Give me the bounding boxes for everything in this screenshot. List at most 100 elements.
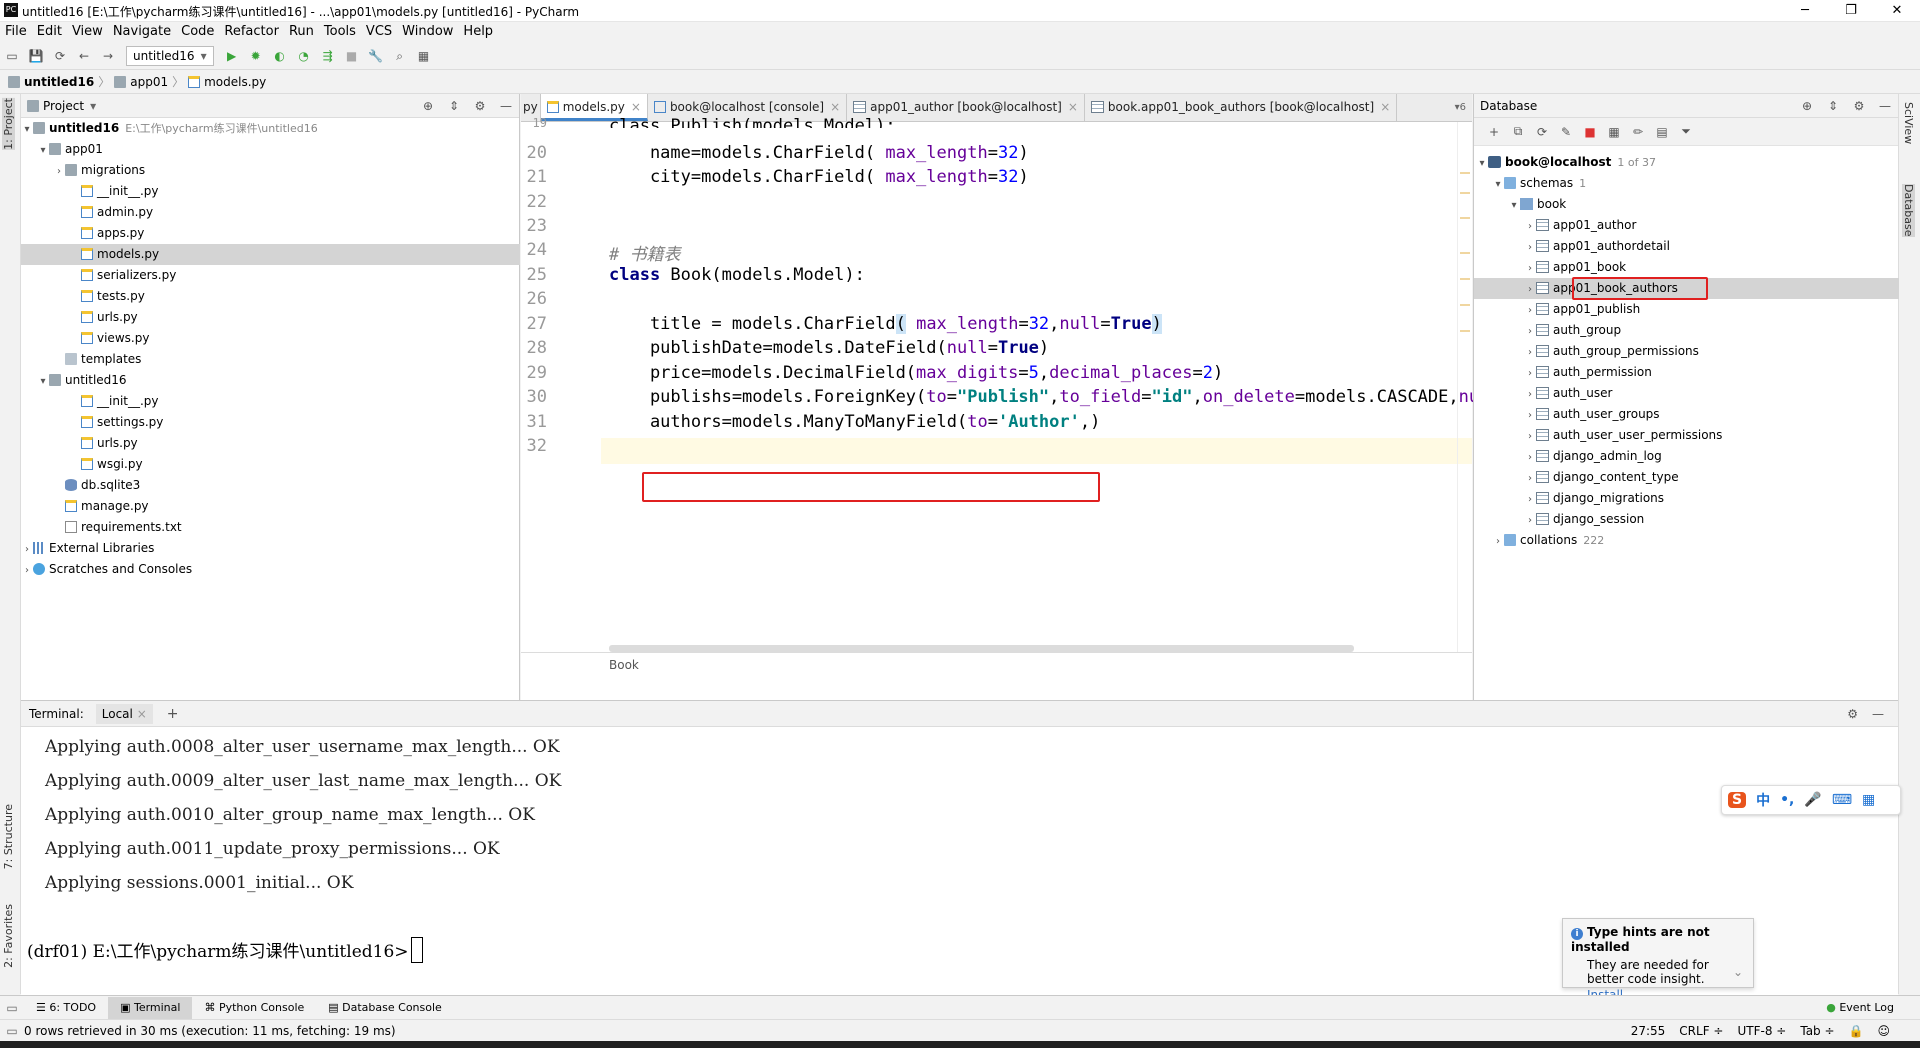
tool-window-toggle-icon[interactable]: ▭: [0, 1001, 24, 1015]
back-icon[interactable]: ←: [76, 48, 92, 64]
line-separator[interactable]: CRLF ÷: [1679, 1024, 1723, 1038]
code-line-30[interactable]: publishs=models.ForeignKey(to="Publish",…: [609, 387, 1489, 407]
chevron-right-icon[interactable]: ›: [1524, 321, 1536, 342]
toolbox-icon[interactable]: ▦: [1862, 792, 1875, 808]
gear-icon[interactable]: ⚙: [467, 99, 493, 113]
ime-punctuation[interactable]: •,: [1780, 792, 1794, 808]
todo-tool-button[interactable]: ☰ 6: TODO: [24, 997, 108, 1019]
db-table-node[interactable]: › app01_publish: [1524, 299, 1640, 320]
tree-item-wsgi-py[interactable]: wsgi.py: [81, 454, 143, 475]
chevron-down-icon[interactable]: ⌄: [1733, 965, 1743, 979]
tree-item-init-py[interactable]: __init__.py: [81, 181, 159, 202]
chevron-right-icon[interactable]: ›: [1524, 510, 1536, 531]
db-schema-book[interactable]: ▾ book: [1508, 194, 1566, 215]
hide-icon[interactable]: —: [1872, 707, 1884, 721]
chevron-down-icon[interactable]: ▾: [1508, 195, 1520, 216]
editor-scrollbar[interactable]: [1457, 122, 1472, 672]
tree-item-app01[interactable]: ▾ app01: [37, 139, 102, 161]
chevron-right-icon[interactable]: ›: [1524, 363, 1536, 384]
code-line-21[interactable]: city=models.CharField( max_length=32): [609, 167, 1029, 187]
chevron-down-icon[interactable]: ▾: [37, 371, 49, 392]
keyboard-icon[interactable]: ⌨: [1832, 792, 1852, 808]
tree-item-manage-py[interactable]: manage.py: [65, 496, 149, 517]
db-host-node[interactable]: ▾ book@localhost 1 of 37: [1476, 152, 1656, 173]
chevron-right-icon[interactable]: ›: [1524, 447, 1536, 468]
filter-icon[interactable]: ⏷: [1674, 124, 1698, 139]
profile-icon[interactable]: ◔: [296, 48, 312, 64]
close-tab-icon[interactable]: ×: [830, 100, 840, 114]
chevron-right-icon[interactable]: ›: [1524, 216, 1536, 237]
menu-vcs[interactable]: VCS: [361, 22, 397, 42]
db-table-node[interactable]: › auth_user: [1524, 383, 1612, 404]
chevron-down-icon[interactable]: ▾: [37, 140, 49, 161]
concurrency-icon[interactable]: ⇶: [320, 48, 336, 64]
db-collations-node[interactable]: › collations 222: [1492, 530, 1604, 551]
chevron-right-icon[interactable]: ›: [21, 560, 33, 581]
refresh-icon[interactable]: ⟳: [1530, 125, 1554, 139]
menu-tools[interactable]: Tools: [319, 22, 361, 42]
event-log-tool-button[interactable]: ● Event Log: [1814, 997, 1906, 1019]
menu-run[interactable]: Run: [284, 22, 319, 42]
menu-help[interactable]: Help: [458, 22, 498, 42]
editor-tab-book-authors[interactable]: book.app01_book_authors [book@localhost]…: [1085, 94, 1398, 121]
chevron-down-icon[interactable]: ▾: [1492, 174, 1504, 195]
code-line-27[interactable]: title = models.CharField( max_length=32,…: [609, 314, 1162, 334]
code-line-25[interactable]: class Book(models.Model):: [609, 265, 865, 285]
tree-item-templates[interactable]: templates: [65, 349, 141, 370]
tree-item-views-py[interactable]: views.py: [81, 328, 149, 349]
database-tool-tab[interactable]: Database: [1902, 184, 1915, 237]
menu-view[interactable]: View: [67, 22, 108, 42]
close-tab-icon[interactable]: ×: [1380, 100, 1390, 114]
breadcrumb-project[interactable]: untitled16: [24, 75, 94, 89]
tree-item-external-libraries[interactable]: › External Libraries: [21, 538, 154, 559]
edit-schema-icon[interactable]: ✎: [1554, 125, 1578, 139]
ime-chinese-mode[interactable]: 中: [1756, 790, 1770, 810]
code-line-28[interactable]: publishDate=models.DateField(null=True): [609, 338, 1049, 358]
chevron-right-icon[interactable]: ›: [1524, 426, 1536, 447]
chevron-down-icon[interactable]: ▾: [1476, 153, 1488, 174]
ime-toolbar[interactable]: S 中 •, 🎤 ⌨ ▦: [1721, 785, 1901, 815]
terminal-tab-local[interactable]: Local ×: [95, 703, 153, 724]
tree-item-settings-py[interactable]: settings.py: [81, 412, 163, 433]
code-line-19[interactable]: class Publish(models.Model):: [609, 116, 896, 128]
chevron-right-icon[interactable]: ›: [53, 161, 65, 182]
chevron-right-icon[interactable]: ›: [21, 539, 33, 560]
db-table-node[interactable]: › django_session: [1524, 509, 1644, 530]
stop-icon[interactable]: ■: [1578, 125, 1602, 139]
chevron-right-icon[interactable]: ›: [1524, 300, 1536, 321]
status-toggle-icon[interactable]: ▭: [0, 1024, 24, 1038]
forward-icon[interactable]: →: [100, 48, 116, 64]
db-table-node[interactable]: › django_content_type: [1524, 467, 1679, 488]
tree-item-apps-py[interactable]: apps.py: [81, 223, 144, 244]
debug-icon[interactable]: ✹: [248, 48, 264, 64]
collapse-all-icon[interactable]: ⇕: [1820, 99, 1846, 113]
chevron-right-icon[interactable]: ›: [1524, 468, 1536, 489]
tree-item-serializers-py[interactable]: serializers.py: [81, 265, 176, 286]
db-table-node[interactable]: › django_migrations: [1524, 488, 1664, 509]
db-schemas-node[interactable]: ▾ schemas 1: [1492, 173, 1586, 194]
tree-item-urls-py[interactable]: urls.py: [81, 307, 138, 328]
structure-crumb-book[interactable]: Book: [609, 658, 639, 672]
tree-item-models-py[interactable]: models.py: [21, 244, 520, 265]
status-message[interactable]: 0 rows retrieved in 30 ms (execution: 11…: [24, 1024, 396, 1038]
indent-setting[interactable]: Tab ÷: [1800, 1024, 1834, 1038]
caret-position[interactable]: 27:55: [1631, 1024, 1666, 1038]
structure-tool-tab[interactable]: 7: Structure: [2, 804, 15, 869]
tree-item-init-py[interactable]: __init__.py: [81, 391, 159, 412]
code-line-29[interactable]: price=models.DecimalField(max_digits=5,d…: [609, 363, 1223, 383]
sql-console-icon[interactable]: ▤: [1650, 125, 1674, 139]
database-console-tool-button[interactable]: ▤ Database Console: [316, 997, 454, 1019]
python-console-tool-button[interactable]: ⌘ Python Console: [192, 997, 316, 1019]
save-all-icon[interactable]: 💾: [28, 48, 44, 64]
db-table-node[interactable]: › app01_book: [1524, 257, 1626, 278]
edit-icon[interactable]: ✏: [1626, 125, 1650, 139]
open-folder-icon[interactable]: ▭: [4, 48, 20, 64]
add-icon[interactable]: +: [1482, 125, 1506, 139]
breadcrumb-file[interactable]: models.py: [204, 75, 266, 89]
tree-item-untitled16-package[interactable]: ▾ untitled16: [37, 370, 126, 392]
tree-item-project-root[interactable]: ▾ untitled16 E:\工作\pycharm练习课件\untitled16: [21, 118, 317, 139]
tree-item-requirements-txt[interactable]: requirements.txt: [65, 517, 182, 538]
terminal-prompt[interactable]: (drf01) E:\工作\pycharm练习课件\untitled16>: [27, 937, 423, 963]
new-terminal-icon[interactable]: +: [167, 706, 179, 722]
collapse-all-icon[interactable]: ⇕: [441, 99, 467, 113]
